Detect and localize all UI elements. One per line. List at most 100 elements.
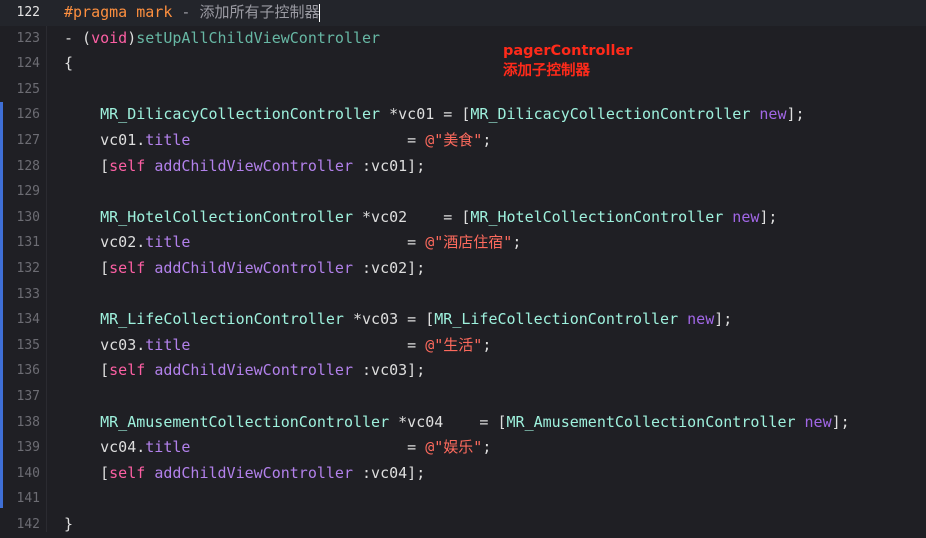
code-token: title <box>145 335 191 354</box>
line-number: 138 <box>16 414 40 430</box>
code-line[interactable]: 131 vc02.title = @"酒店住宿"; <box>0 230 926 256</box>
line-number: 126 <box>16 107 40 123</box>
code-line-current[interactable]: 122 #pragma mark - 添加所有子控制器 <box>0 0 926 26</box>
code-token: title <box>145 131 191 149</box>
code-line[interactable]: 132 [self addChildViewController :vc02]; <box>0 256 926 282</box>
line-number: 123 <box>16 30 40 46</box>
text-caret <box>319 3 321 22</box>
line-number: 142 <box>16 517 40 532</box>
code-line[interactable]: 136 [self addChildViewController :vc03]; <box>0 358 926 384</box>
code-token: MR_DilicacyCollectionController <box>470 105 751 124</box>
code-token: addChildViewController <box>154 463 353 482</box>
code-token: MR_LifeCollectionController <box>434 310 679 329</box>
code-token: @"生活" <box>425 335 483 354</box>
code-token: MR_HotelCollectionController <box>470 207 724 226</box>
code-token: new <box>687 310 715 329</box>
line-number: 124 <box>16 56 40 72</box>
annotation-note: pagerController 添加子控制器 <box>503 41 632 81</box>
code-text: MR_LifeCollectionController *vc03 = [MR_… <box>64 307 732 333</box>
code-line[interactable]: 137 <box>0 384 926 410</box>
code-text: MR_AmusementCollectionController *vc04 =… <box>64 410 850 436</box>
code-line[interactable]: 141 <box>0 486 926 512</box>
code-line[interactable]: 129 <box>0 179 926 205</box>
line-number: 131 <box>16 235 40 251</box>
code-token: :vc03]; <box>353 361 426 380</box>
code-token: ; <box>482 131 492 149</box>
code-text: { <box>64 51 73 77</box>
annotation-line-1: pagerController <box>503 43 633 59</box>
code-token: @"娱乐" <box>425 438 483 457</box>
code-token: addChildViewController <box>154 361 353 380</box>
code-line[interactable]: 124 { <box>0 51 926 77</box>
code-line[interactable]: 134 MR_LifeCollectionController *vc03 = … <box>0 307 926 333</box>
code-line[interactable]: 130 MR_HotelCollectionController *vc02 =… <box>0 205 926 231</box>
code-token: setUpAllChildViewController <box>136 28 381 47</box>
code-token: @"美食" <box>425 131 483 149</box>
code-token: title <box>145 233 191 252</box>
code-line[interactable]: 126 MR_DilicacyCollectionController *vc0… <box>0 102 926 128</box>
code-token: self <box>109 259 146 277</box>
code-token: [ <box>64 463 110 482</box>
code-token: = <box>190 131 426 149</box>
code-token: = <box>190 335 426 354</box>
code-token: } <box>64 515 74 533</box>
code-text: [self addChildViewController :vc01]; <box>64 154 425 180</box>
line-number: 127 <box>16 133 40 148</box>
code-text: #pragma mark - 添加所有子控制器 <box>64 0 321 26</box>
code-line[interactable]: 142} <box>0 512 926 538</box>
code-token: ]; <box>831 412 850 431</box>
code-token: ) <box>127 28 137 47</box>
code-token: self <box>109 156 146 175</box>
code-line[interactable]: 133 <box>0 282 926 308</box>
code-text: vc04.title = @"娱乐"; <box>64 435 491 461</box>
line-number: 134 <box>16 312 40 328</box>
code-token: vc04. <box>64 438 146 457</box>
code-token: [ <box>64 156 110 175</box>
code-token: - 添加所有子控制器 <box>172 3 320 21</box>
line-number: 122 <box>16 5 40 20</box>
line-number: 136 <box>16 363 40 379</box>
code-token: *vc03 = [ <box>343 310 435 329</box>
code-token: { <box>64 54 74 73</box>
code-line[interactable]: 138 MR_AmusementCollectionController *vc… <box>0 410 926 436</box>
code-token: MR_AmusementCollectionController <box>506 412 796 431</box>
code-token: @"酒店住宿" <box>425 233 513 252</box>
line-number: 128 <box>16 158 40 174</box>
code-line[interactable]: 127 vc01.title = @"美食"; <box>0 128 926 154</box>
code-token: self <box>109 361 146 380</box>
code-line[interactable]: 135 vc03.title = @"生活"; <box>0 333 926 359</box>
code-token: :vc02]; <box>353 259 426 277</box>
code-token: addChildViewController <box>154 259 353 277</box>
code-token: :vc04]; <box>353 463 426 482</box>
code-token: :vc01]; <box>353 156 426 175</box>
code-token: [ <box>64 361 110 380</box>
code-text: [self addChildViewController :vc02]; <box>64 256 425 282</box>
annotation-line-2: 添加子控制器 <box>503 63 590 79</box>
line-number: 132 <box>16 261 40 276</box>
code-line[interactable]: 125 <box>0 77 926 103</box>
code-token: title <box>145 438 191 457</box>
line-number: 125 <box>16 81 40 97</box>
code-text: [self addChildViewController :vc03]; <box>64 358 425 384</box>
code-line[interactable]: 128 [self addChildViewController :vc01]; <box>0 154 926 180</box>
code-text: vc03.title = @"生活"; <box>64 333 491 359</box>
code-token: *vc02 = [ <box>352 207 471 226</box>
code-token: new <box>732 207 760 226</box>
code-token: *vc01 = [ <box>380 105 471 124</box>
code-line[interactable]: 140 [self addChildViewController :vc04]; <box>0 461 926 487</box>
code-line[interactable]: 139 vc04.title = @"娱乐"; <box>0 435 926 461</box>
code-editor[interactable]: 122 #pragma mark - 添加所有子控制器 123 - (void)set… <box>0 0 926 533</box>
code-line[interactable]: 123 - (void)setUpAllChildViewController <box>0 26 926 52</box>
code-token: = <box>190 438 426 457</box>
line-number: 137 <box>16 389 40 404</box>
code-token: void <box>91 28 128 47</box>
code-text: MR_HotelCollectionController *vc02 = [MR… <box>64 205 777 231</box>
code-token: ]; <box>759 207 778 226</box>
code-token: addChildViewController <box>154 156 353 175</box>
code-token: MR_DilicacyCollectionController <box>64 105 381 124</box>
